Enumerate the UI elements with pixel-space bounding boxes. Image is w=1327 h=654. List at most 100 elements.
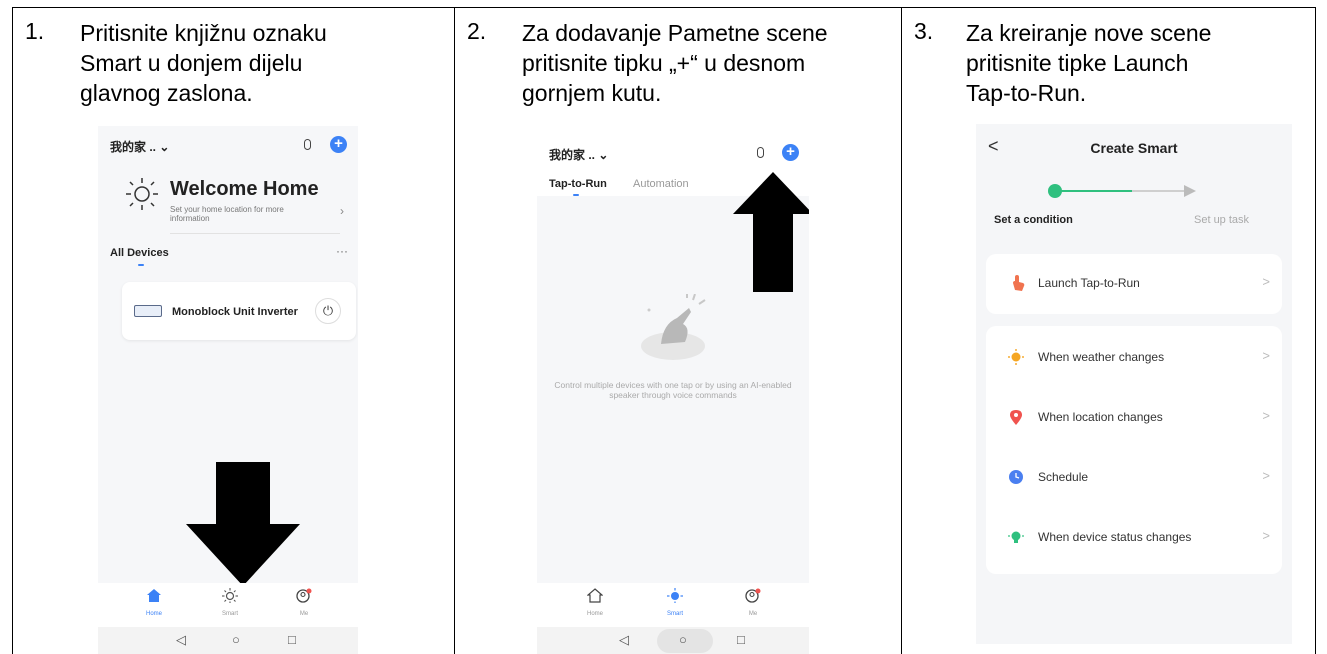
step-line: gornjem kutu.: [522, 80, 662, 106]
device-status-icon: [1008, 531, 1024, 543]
condition-label: When device status changes: [1038, 530, 1192, 544]
android-nav-bar: ◁ ○ □: [537, 627, 809, 654]
device-name: Monoblock Unit Inverter: [172, 306, 298, 318]
down-arrow-annotation: [186, 462, 300, 586]
chevron-right-icon[interactable]: ›: [340, 204, 344, 218]
condition-row[interactable]: When device status changes >: [986, 508, 1282, 568]
step-instruction: Za kreiranje nove scene pritisnite tipke…: [966, 18, 1306, 108]
progress-pending-line: [1132, 190, 1186, 192]
more-icon[interactable]: ···: [336, 244, 348, 258]
up-arrow-annotation: [733, 172, 809, 292]
tab-label: Home: [586, 611, 603, 617]
tab-label: Smart: [666, 611, 683, 617]
tab-tap-to-run[interactable]: Tap-to-Run: [549, 178, 607, 190]
nav-back-icon[interactable]: ◁: [176, 632, 186, 648]
phone-screenshot-create-smart: < Create Smart Set a condition Set up ta…: [976, 124, 1292, 644]
step-line: Za kreiranje nove scene: [966, 20, 1212, 46]
step-line: glavnog zaslona.: [80, 80, 253, 106]
tab-label: Me: [748, 611, 758, 617]
step-instruction: Za dodavanje Pametne scene pritisnite ti…: [522, 18, 872, 108]
chevron-right-icon: >: [1262, 408, 1270, 423]
step-line: pritisnite tipku „+“ u desnom: [522, 50, 806, 76]
all-devices-tab[interactable]: All Devices: [110, 247, 169, 259]
tap-hand-icon: [1013, 275, 1025, 291]
bottom-tab-bar: Home Smart Me: [537, 583, 809, 627]
tab-home[interactable]: Home: [134, 588, 174, 617]
step-line: Za dodavanje Pametne scene: [522, 20, 828, 46]
phone-screenshot-home: 我的家 .. ⌄ + Welcome Home Set your home lo…: [98, 126, 358, 654]
me-icon: [296, 588, 312, 603]
chevron-right-icon: >: [1262, 348, 1270, 363]
add-scene-button[interactable]: +: [782, 144, 799, 161]
nav-back-icon[interactable]: ◁: [619, 632, 629, 648]
tab-me[interactable]: Me: [284, 588, 324, 617]
air-conditioner-icon: [134, 305, 162, 317]
step-1-cell: 1. Pritisnite knjižnu oznaku Smart u don…: [13, 8, 455, 654]
instruction-table: 1. Pritisnite knjižnu oznaku Smart u don…: [12, 7, 1316, 654]
nav-recent-icon[interactable]: □: [737, 632, 745, 647]
tap-hand-illustration: [641, 294, 706, 360]
step-2-cell: 2. Za dodavanje Pametne scene pritisnite…: [455, 8, 902, 654]
divider: [170, 233, 340, 234]
sun-icon: [1008, 349, 1024, 365]
chevron-right-icon: >: [1262, 468, 1270, 483]
launch-tap-to-run-row[interactable]: Launch Tap-to-Run >: [986, 254, 1282, 314]
conditions-card: When weather changes > When location cha…: [986, 326, 1282, 574]
home-icon: [147, 589, 161, 602]
nav-home-icon[interactable]: ○: [232, 632, 240, 647]
tab-smart[interactable]: Smart: [655, 588, 695, 617]
chevron-right-icon: >: [1262, 274, 1270, 289]
step-label-inactive: Set up task: [1194, 214, 1250, 226]
tab-me[interactable]: Me: [733, 588, 773, 617]
empty-state-text: Control multiple devices with one tap or…: [554, 380, 792, 400]
location-pin-icon: [1010, 410, 1022, 425]
step-line: Pritisnite knjižnu oznaku: [80, 20, 327, 46]
smart-sun-icon: [222, 588, 238, 604]
clock-icon: [1009, 470, 1023, 484]
microphone-icon[interactable]: [757, 147, 764, 158]
welcome-subtitle[interactable]: Set your home location for more informat…: [170, 205, 320, 223]
nav-home-icon[interactable]: ○: [679, 632, 687, 647]
bottom-tab-bar: Home Smart Me: [98, 583, 358, 627]
progress-complete-line: [1060, 190, 1132, 192]
step-line: Smart u donjem dijelu: [80, 50, 303, 76]
step-line: pritisnite tipke Launch: [966, 50, 1189, 76]
welcome-title: Welcome Home: [170, 178, 319, 200]
progress-arrow-icon: [1184, 185, 1196, 197]
step-3-cell: 3. Za kreiranje nove scene pritisnite ti…: [902, 8, 1316, 654]
launch-label: Launch Tap-to-Run: [1038, 276, 1140, 290]
step-number: 1.: [25, 18, 45, 44]
tab-automation[interactable]: Automation: [633, 178, 689, 190]
chevron-right-icon: >: [1262, 528, 1270, 543]
home-selector[interactable]: 我的家 .. ⌄: [549, 146, 608, 163]
tab-label: Me: [299, 611, 309, 617]
tab-label: Smart: [221, 611, 238, 617]
condition-label: Schedule: [1038, 470, 1089, 484]
weather-sun-outline-icon: [126, 178, 158, 210]
power-button-icon[interactable]: ⏻: [315, 298, 341, 324]
device-card[interactable]: Monoblock Unit Inverter ⏻: [122, 282, 356, 340]
phone-screenshot-smart: 我的家 .. ⌄ + Tap-to-Run Automation Control…: [537, 134, 809, 654]
me-icon: [745, 588, 761, 603]
step-label-active: Set a condition: [994, 214, 1073, 226]
tab-home[interactable]: Home: [575, 588, 615, 617]
smart-sun-icon: [667, 588, 683, 604]
condition-row[interactable]: When location changes >: [986, 388, 1282, 448]
android-nav-bar: ◁ ○ □: [98, 627, 358, 654]
nav-recent-icon[interactable]: □: [288, 632, 296, 647]
step-number: 3.: [914, 18, 934, 44]
home-outline-icon: [586, 588, 604, 603]
step-instruction: Pritisnite knjižnu oznaku Smart u donjem…: [80, 18, 430, 108]
tab-smart[interactable]: Smart: [210, 588, 250, 617]
tab-label: Home: [145, 611, 162, 617]
screen-title: Create Smart: [1090, 140, 1178, 156]
step-number: 2.: [467, 18, 487, 44]
active-tab-indicator: [573, 194, 579, 196]
active-tab-indicator: [138, 264, 144, 266]
launch-card[interactable]: Launch Tap-to-Run >: [986, 254, 1282, 314]
add-button[interactable]: +: [330, 136, 347, 153]
condition-row[interactable]: When weather changes >: [986, 328, 1282, 388]
microphone-icon[interactable]: [304, 139, 311, 150]
home-selector[interactable]: 我的家 .. ⌄: [110, 138, 169, 155]
condition-row[interactable]: Schedule >: [986, 448, 1282, 508]
